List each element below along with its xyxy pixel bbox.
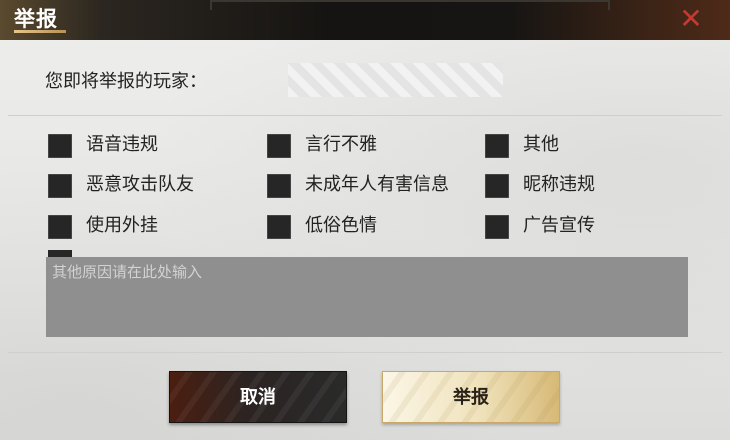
checkbox[interactable] xyxy=(267,134,291,158)
checkbox[interactable] xyxy=(267,215,291,239)
target-player-label: 您即将举报的玩家： xyxy=(45,71,207,92)
reason-label: 未成年人有害信息 xyxy=(305,174,449,195)
reason-option-other[interactable]: 其他 xyxy=(485,132,685,158)
reason-label: 低俗色情 xyxy=(305,215,377,236)
cancel-button[interactable]: 取消 xyxy=(169,371,347,423)
checkbox[interactable] xyxy=(267,174,291,198)
checkbox[interactable] xyxy=(48,174,72,198)
reason-label: 语音违规 xyxy=(86,134,158,155)
report-dialog: 举报 ✕ 您即将举报的玩家： 语音违规 言行不雅 其他 恶意攻击队友 未成年人有… xyxy=(0,0,730,440)
dialog-header: 举报 ✕ xyxy=(0,0,730,40)
reason-label: 广告宣传 xyxy=(523,215,595,236)
title-accent-line xyxy=(14,30,66,33)
reason-option-advertising[interactable]: 广告宣传 xyxy=(485,213,685,239)
reason-label: 恶意攻击队友 xyxy=(86,174,194,195)
other-reason-input[interactable]: 其他原因请在此处输入 xyxy=(46,257,688,337)
reason-option-nickname[interactable]: 昵称违规 xyxy=(485,172,685,198)
close-icon[interactable]: ✕ xyxy=(676,4,706,34)
divider-top xyxy=(8,115,722,116)
reason-label: 其他 xyxy=(523,134,559,155)
target-player-name xyxy=(288,63,503,97)
dialog-title: 举报 xyxy=(14,7,58,31)
checkbox[interactable] xyxy=(485,174,509,198)
reason-option-vulgar[interactable]: 低俗色情 xyxy=(267,213,467,239)
checkbox[interactable] xyxy=(48,134,72,158)
reason-option-cheat[interactable]: 使用外挂 xyxy=(48,213,248,239)
checkbox[interactable] xyxy=(485,134,509,158)
reason-label: 昵称违规 xyxy=(523,174,595,195)
divider-bottom xyxy=(8,352,722,353)
checkbox[interactable] xyxy=(48,215,72,239)
reason-label: 言行不雅 xyxy=(305,134,377,155)
reason-label: 使用外挂 xyxy=(86,215,158,236)
checkbox[interactable] xyxy=(485,215,509,239)
report-button[interactable]: 举报 xyxy=(382,371,560,423)
reason-option-language[interactable]: 言行不雅 xyxy=(267,132,467,158)
reason-option-voice[interactable]: 语音违规 xyxy=(48,132,248,158)
reason-option-attack-teammate[interactable]: 恶意攻击队友 xyxy=(48,172,248,198)
reason-option-minor-harmful[interactable]: 未成年人有害信息 xyxy=(267,172,477,198)
